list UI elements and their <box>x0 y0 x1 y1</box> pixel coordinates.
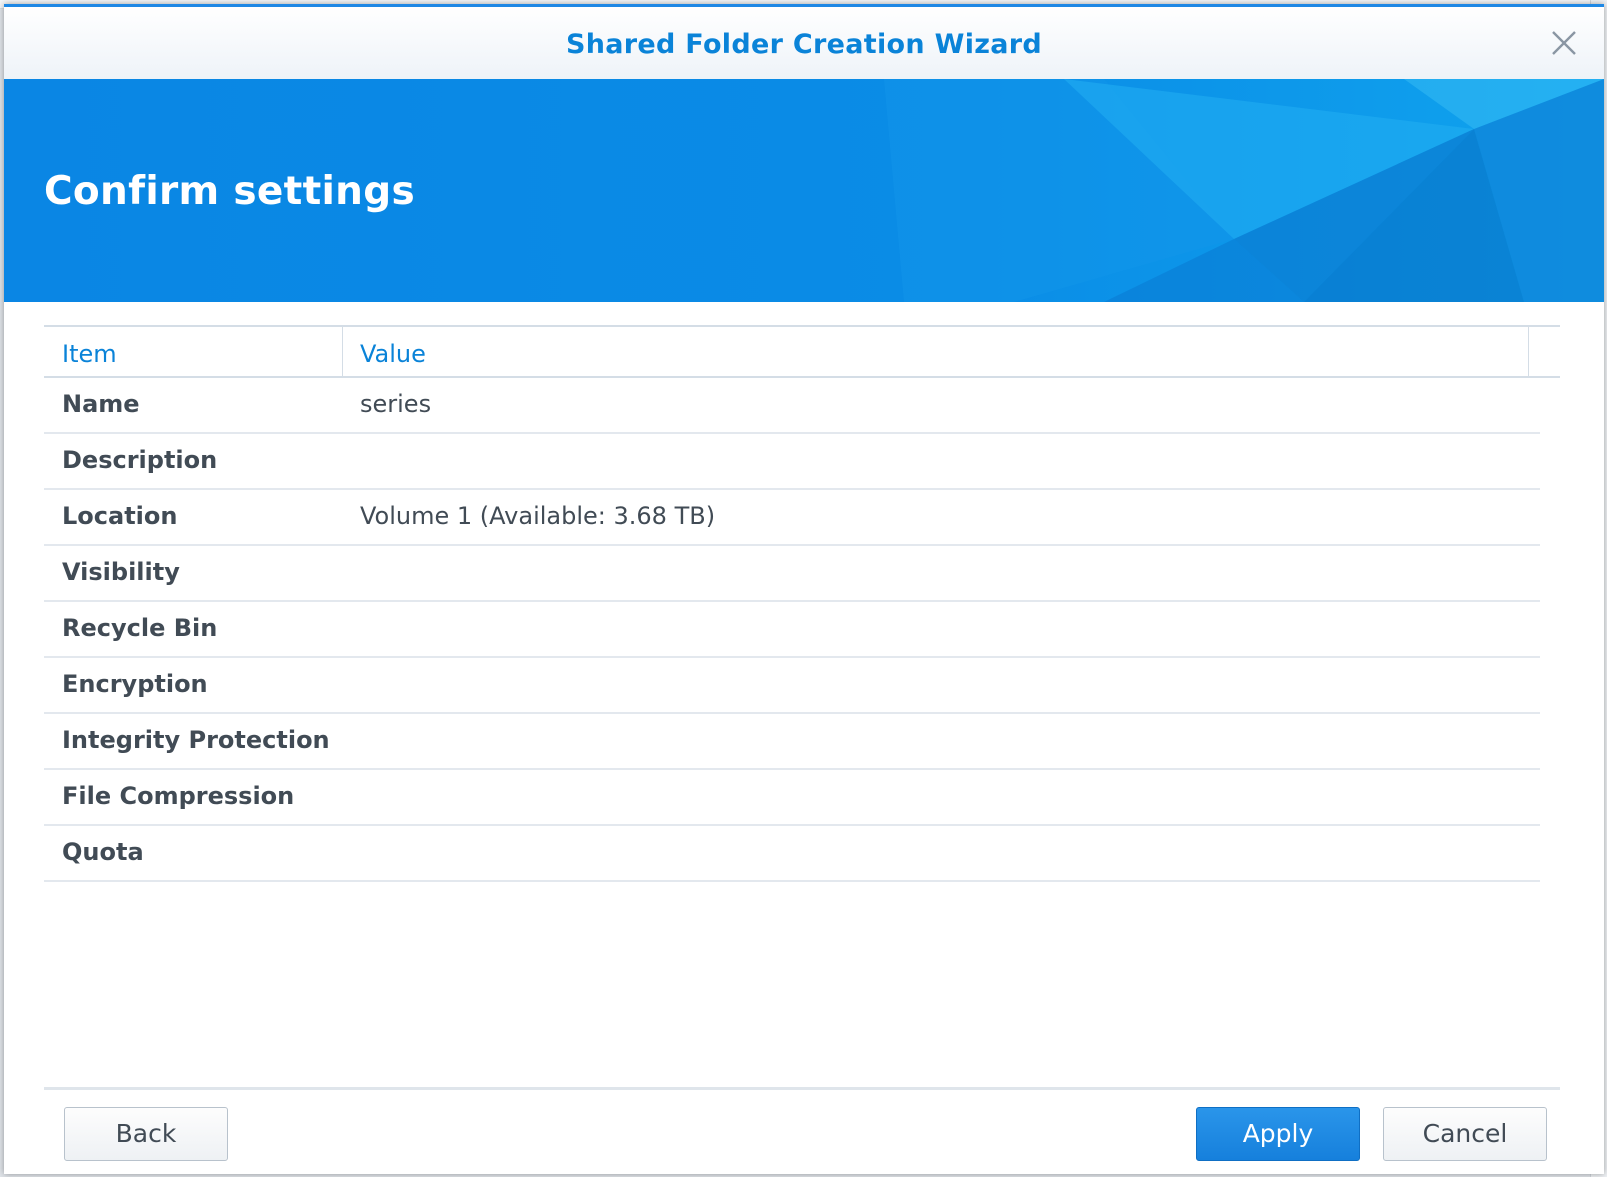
column-header-item[interactable]: Item <box>62 340 117 368</box>
table-row[interactable]: Visibility <box>44 546 1540 602</box>
row-item-label: Description <box>62 446 218 474</box>
row-item-label: Encryption <box>62 670 208 698</box>
row-item-label: Visibility <box>62 558 180 586</box>
wizard-banner: Confirm settings <box>4 79 1604 302</box>
row-item-label: Integrity Protection <box>62 726 330 754</box>
table-row[interactable]: File Compression <box>44 770 1540 826</box>
row-item-label: Name <box>62 390 140 418</box>
row-item-label: File Compression <box>62 782 295 810</box>
table-row[interactable]: Description <box>44 434 1540 490</box>
row-value: Volume 1 (Available: 3.68 TB) <box>360 502 716 530</box>
back-button[interactable]: Back <box>64 1107 228 1161</box>
table-row[interactable]: Recycle Bin <box>44 602 1540 658</box>
table-row[interactable]: Location Volume 1 (Available: 3.68 TB) <box>44 490 1540 546</box>
table-row[interactable]: Quota <box>44 826 1540 882</box>
column-divider <box>1528 327 1529 376</box>
column-divider <box>342 327 343 376</box>
step-title: Confirm settings <box>44 169 415 214</box>
table-row[interactable]: Name series <box>44 378 1540 434</box>
close-icon[interactable] <box>1550 29 1578 57</box>
cancel-button[interactable]: Cancel <box>1383 1107 1547 1161</box>
dialog-titlebar: Shared Folder Creation Wizard <box>4 7 1604 80</box>
row-value: series <box>360 390 432 418</box>
dialog-title: Shared Folder Creation Wizard <box>565 29 1043 60</box>
row-item-label: Recycle Bin <box>62 614 218 642</box>
wizard-dialog: Shared Folder Creation Wizard Confirm se… <box>4 4 1604 1174</box>
footer-divider <box>44 1087 1560 1090</box>
settings-summary-grid: Item Value Name series Description Locat… <box>44 325 1560 882</box>
grid-header: Item Value <box>44 325 1560 378</box>
table-row[interactable]: Integrity Protection <box>44 714 1540 770</box>
table-row[interactable]: Encryption <box>44 658 1540 714</box>
column-header-value[interactable]: Value <box>360 340 426 368</box>
row-item-label: Quota <box>62 838 144 866</box>
row-item-label: Location <box>62 502 178 530</box>
apply-button[interactable]: Apply <box>1196 1107 1360 1161</box>
